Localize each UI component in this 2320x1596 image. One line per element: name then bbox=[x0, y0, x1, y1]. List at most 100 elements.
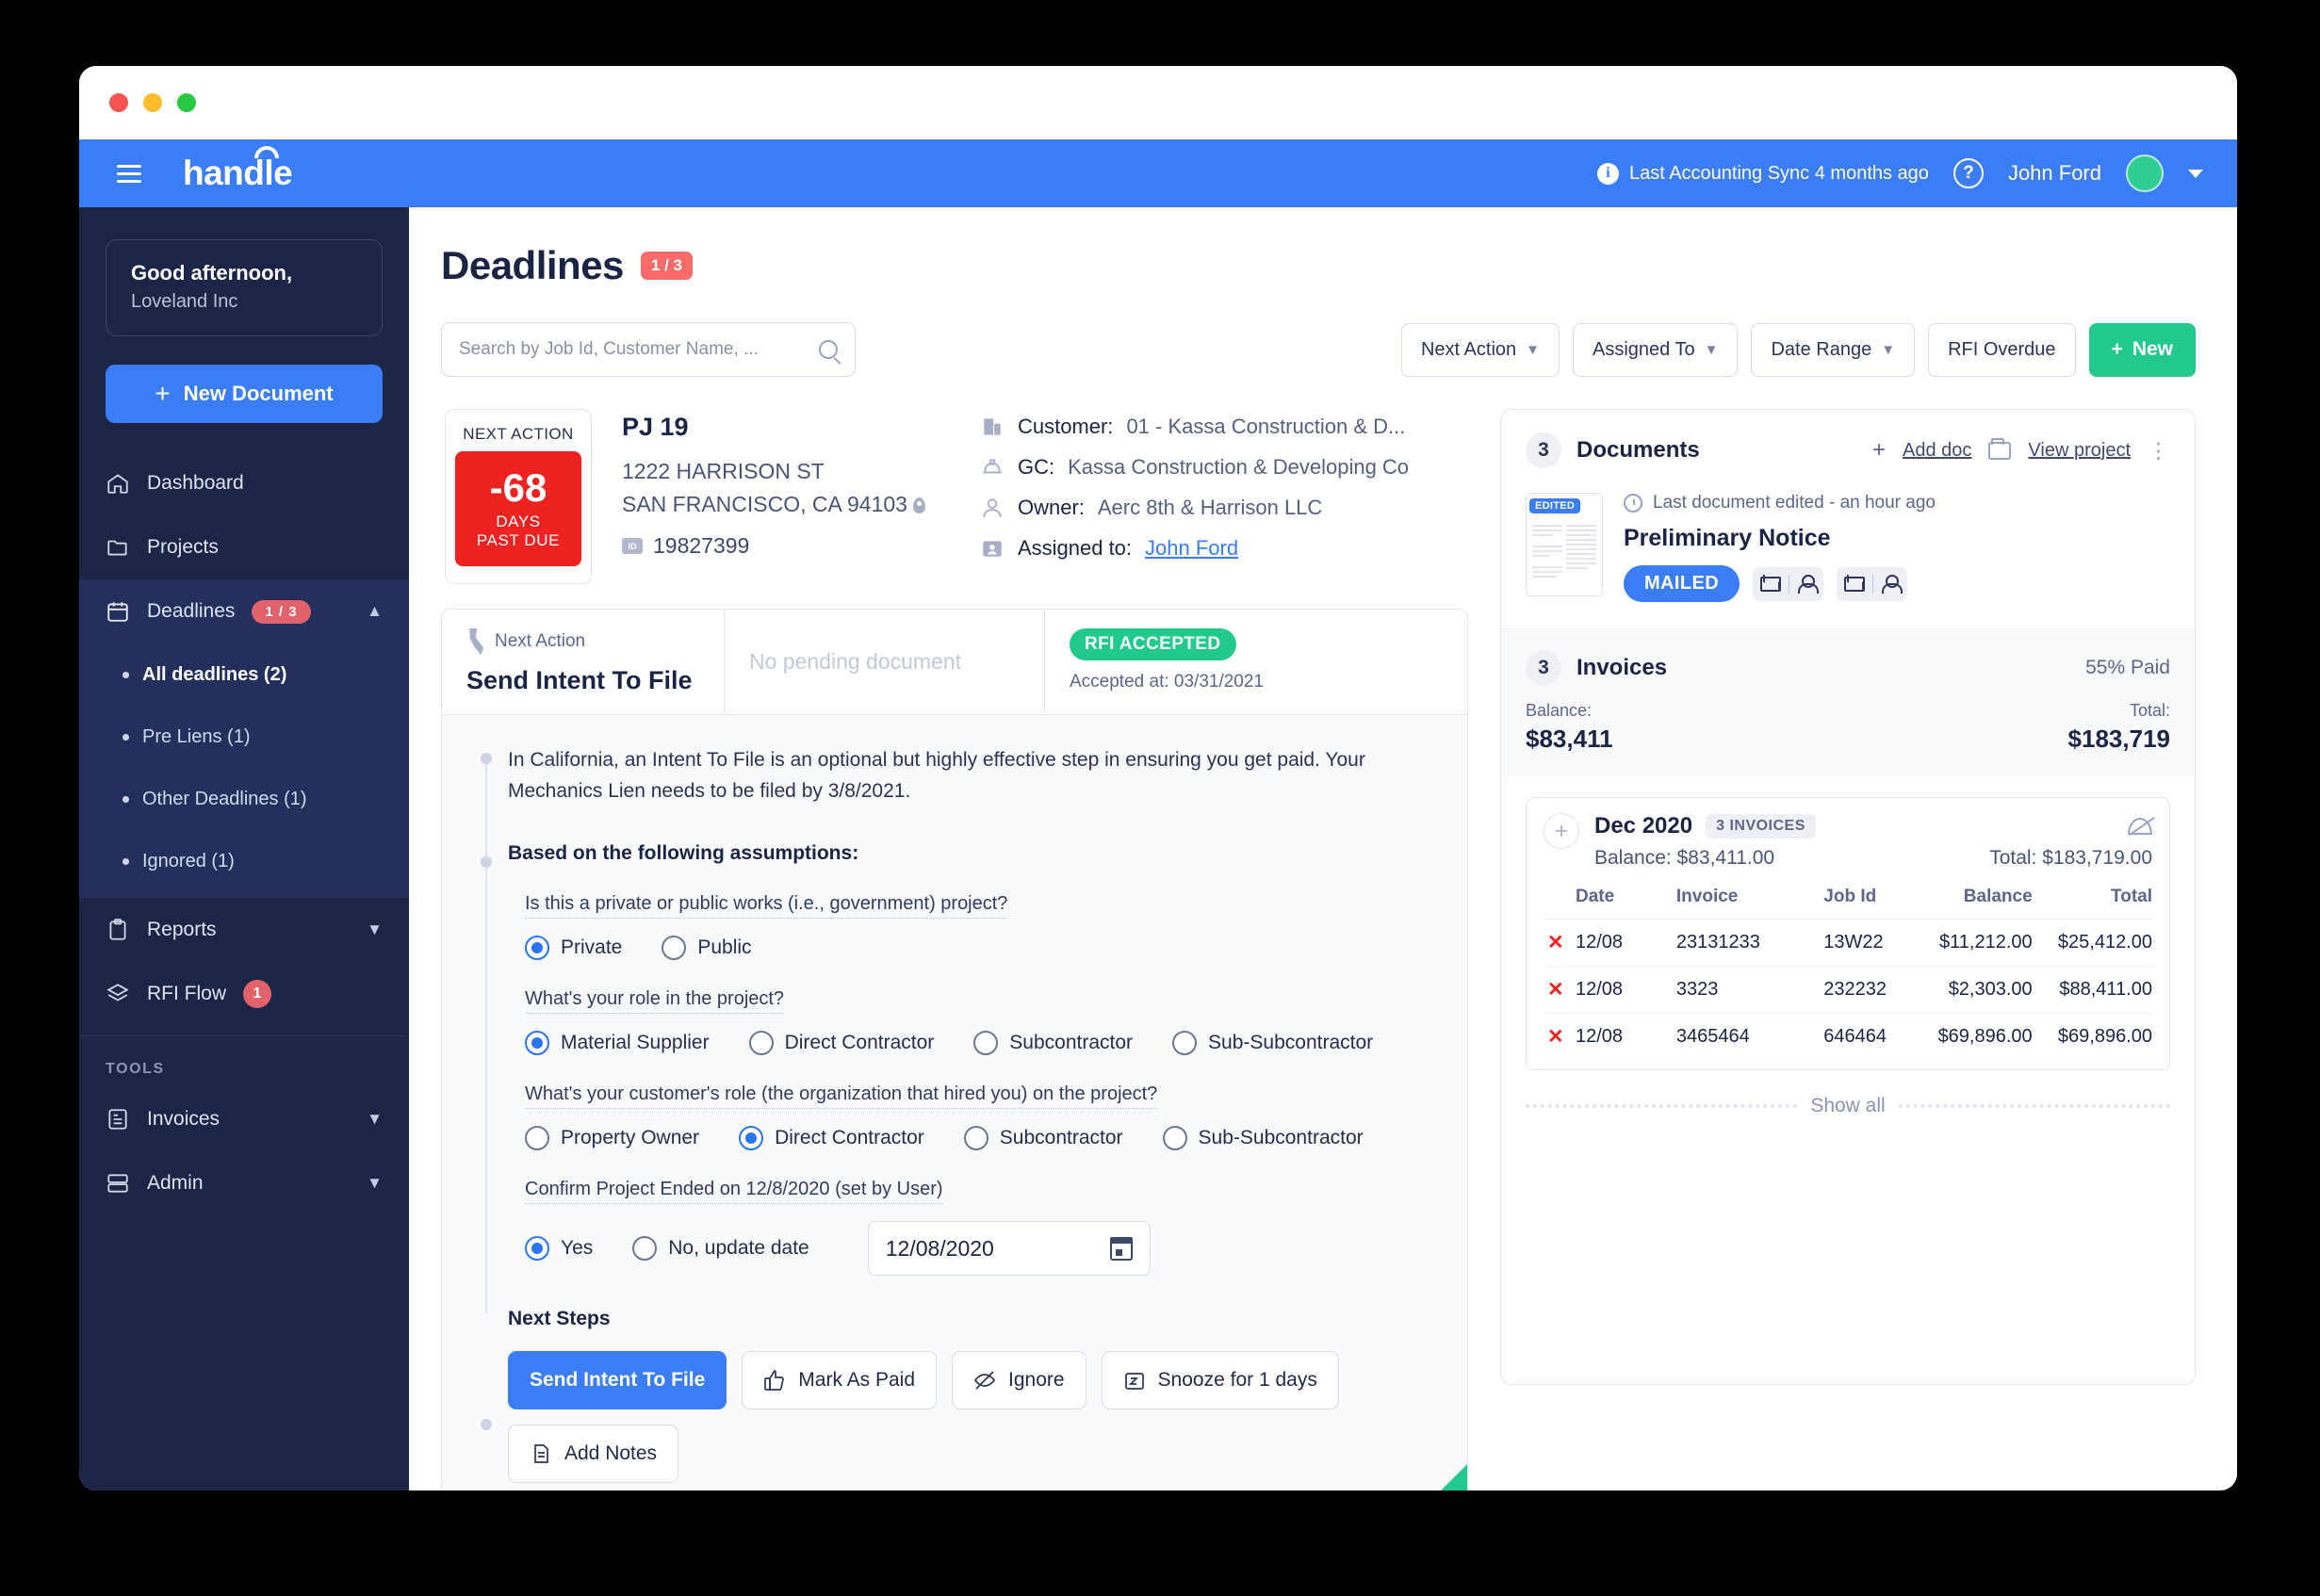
new-button[interactable]: + New bbox=[2088, 322, 2196, 377]
radio-public[interactable]: Public bbox=[662, 936, 752, 961]
window-maximize-button[interactable] bbox=[177, 93, 196, 112]
document-name[interactable]: Preliminary Notice bbox=[1624, 525, 2170, 552]
id-icon: ID bbox=[622, 538, 643, 554]
sidebar-item-label: Reports bbox=[147, 919, 217, 940]
total-value: $183,719 bbox=[2067, 725, 2170, 753]
right-panel: 3 Documents + Add doc View project ⋮ EDI… bbox=[1500, 409, 2196, 1490]
document-thumbnail[interactable]: EDITED bbox=[1526, 493, 1603, 596]
sidebar-item-deadlines[interactable]: Deadlines 1 / 3 ▲ bbox=[79, 579, 409, 643]
filter-label: Next Action bbox=[1420, 338, 1517, 360]
radio-yes[interactable]: Yes bbox=[525, 1236, 593, 1262]
bullet-icon bbox=[123, 795, 129, 803]
radio-icon bbox=[748, 1031, 774, 1056]
add-notes-button[interactable]: Add Notes bbox=[508, 1425, 679, 1484]
bullet-icon bbox=[123, 857, 129, 865]
radio-customer-sub-subcontractor[interactable]: Sub-Subcontractor bbox=[1162, 1126, 1364, 1151]
sidebar-item-dashboard[interactable]: Dashboard bbox=[79, 451, 409, 515]
sidebar-item-all-deadlines[interactable]: All deadlines (2) bbox=[79, 643, 409, 706]
sidebar-subitem-label: Pre Liens (1) bbox=[142, 725, 251, 747]
snooze-button[interactable]: Snooze for 1 days bbox=[1101, 1351, 1339, 1410]
window-close-button[interactable] bbox=[109, 93, 128, 112]
sidebar-item-projects[interactable]: Projects bbox=[79, 515, 409, 579]
past-due-days-word: DAYS bbox=[496, 512, 541, 530]
filter-date-range[interactable]: Date Range ▼ bbox=[1751, 322, 1916, 377]
radio-property-owner[interactable]: Property Owner bbox=[525, 1126, 699, 1151]
sidebar-item-other-deadlines[interactable]: Other Deadlines (1) bbox=[79, 768, 409, 830]
menu-toggle-icon[interactable] bbox=[117, 164, 143, 183]
radio-sub-subcontractor[interactable]: Sub-Subcontractor bbox=[1172, 1031, 1373, 1056]
pending-document-text: No pending document bbox=[749, 649, 962, 674]
chevron-down-icon[interactable]: ▼ bbox=[367, 1174, 383, 1193]
table-row[interactable]: ✕ 12/08 3323 232232 $2,303.00 $88,411.00 bbox=[1544, 966, 2152, 1014]
new-document-button[interactable]: + New Document bbox=[106, 365, 383, 423]
show-all-link[interactable]: Show all bbox=[1810, 1095, 1885, 1117]
chevron-down-icon[interactable] bbox=[2188, 169, 2203, 178]
sidebar-item-rfi-flow[interactable]: RFI Flow 1 bbox=[79, 962, 409, 1026]
invoice-group-total: Total: $183,719.00 bbox=[1989, 847, 2152, 869]
chevron-up-icon[interactable]: ▲ bbox=[367, 602, 383, 621]
person-icon bbox=[1797, 574, 1820, 594]
search-box[interactable] bbox=[441, 322, 856, 377]
radio-label: No, update date bbox=[668, 1237, 809, 1260]
sidebar-item-invoices[interactable]: Invoices ▼ bbox=[79, 1087, 409, 1151]
plus-icon: + bbox=[1872, 437, 1887, 463]
radio-icon bbox=[973, 1031, 999, 1056]
topbar-right-group: i Last Accounting Sync 4 months ago ? Jo… bbox=[1596, 155, 2203, 192]
document-tags: MAILED bbox=[1624, 565, 2170, 602]
app-logo[interactable]: handle bbox=[183, 146, 293, 193]
radio-private[interactable]: Private bbox=[525, 936, 622, 961]
recipient-group-1[interactable] bbox=[1753, 566, 1824, 601]
help-icon[interactable]: ? bbox=[1952, 158, 1984, 188]
radio-material-supplier[interactable]: Material Supplier bbox=[525, 1031, 710, 1056]
filter-label: Date Range bbox=[1771, 338, 1872, 360]
mark-as-paid-button[interactable]: Mark As Paid bbox=[742, 1351, 937, 1410]
sidebar-item-ignored[interactable]: Ignored (1) bbox=[79, 830, 409, 892]
radio-icon bbox=[525, 936, 549, 961]
sidebar-item-pre-liens[interactable]: Pre Liens (1) bbox=[79, 706, 409, 768]
more-options-icon[interactable]: ⋮ bbox=[2148, 438, 2170, 464]
avatar[interactable] bbox=[2126, 155, 2164, 192]
sidebar-item-admin[interactable]: Admin ▼ bbox=[79, 1151, 409, 1215]
expand-group-button[interactable]: + bbox=[1544, 813, 1579, 849]
envelope-icon bbox=[1760, 576, 1782, 592]
eye-off-icon[interactable] bbox=[2128, 818, 2152, 835]
radio-customer-direct-contractor[interactable]: Direct Contractor bbox=[739, 1126, 924, 1151]
send-intent-to-file-button[interactable]: Send Intent To File bbox=[508, 1351, 727, 1410]
view-project-link[interactable]: View project bbox=[2028, 440, 2131, 462]
deadlines-badge: 1 / 3 bbox=[252, 599, 311, 624]
snooze-icon bbox=[1124, 1373, 1144, 1390]
invoices-title: Invoices bbox=[1577, 655, 1668, 680]
filter-assigned-to[interactable]: Assigned To ▼ bbox=[1573, 322, 1739, 377]
cell-invoice: 23131233 bbox=[1643, 919, 1792, 967]
table-row[interactable]: ✕ 12/08 3465464 646464 $69,896.00 $69,896… bbox=[1544, 1014, 2152, 1061]
search-icon[interactable] bbox=[819, 340, 838, 359]
table-row[interactable]: ✕ 12/08 23131233 13W22 $11,212.00 $25,412… bbox=[1544, 919, 2152, 967]
radio-direct-contractor[interactable]: Direct Contractor bbox=[748, 1031, 934, 1056]
project-name[interactable]: PJ 19 bbox=[622, 413, 925, 442]
content-columns: NEXT ACTION -68 DAYS PAST DUE PJ 19 1222… bbox=[441, 409, 2196, 1490]
filter-rfi-overdue[interactable]: RFI Overdue bbox=[1928, 322, 2076, 377]
past-due-badge: -68 DAYS PAST DUE bbox=[455, 451, 581, 566]
filter-next-action[interactable]: Next Action ▼ bbox=[1400, 322, 1560, 377]
map-pin-icon[interactable] bbox=[912, 497, 925, 513]
balance-label: Balance: bbox=[1526, 701, 1593, 720]
cell-invoice: 3465464 bbox=[1675, 1026, 1750, 1047]
add-doc-link[interactable]: Add doc bbox=[1903, 440, 1971, 462]
rfi-flow-badge: 1 bbox=[243, 980, 271, 1008]
radio-customer-subcontractor[interactable]: Subcontractor bbox=[963, 1126, 1123, 1151]
assigned-user-link[interactable]: John Ford bbox=[1145, 536, 1238, 561]
chevron-down-icon[interactable]: ▼ bbox=[367, 1110, 383, 1129]
radio-subcontractor[interactable]: Subcontractor bbox=[973, 1031, 1133, 1056]
chevron-down-icon[interactable]: ▼ bbox=[367, 920, 383, 939]
sidebar-item-reports[interactable]: Reports ▼ bbox=[79, 898, 409, 962]
window-minimize-button[interactable] bbox=[143, 93, 162, 112]
project-end-date-input[interactable]: 12/08/2020 bbox=[867, 1221, 1151, 1277]
calendar-icon[interactable] bbox=[1109, 1236, 1133, 1261]
ignore-button[interactable]: Ignore bbox=[952, 1351, 1086, 1410]
recipient-group-2[interactable] bbox=[1837, 566, 1908, 601]
app-body: Good afternoon, Loveland Inc + New Docum… bbox=[79, 207, 2237, 1490]
radio-no-update-date[interactable]: No, update date bbox=[632, 1236, 809, 1262]
search-input[interactable] bbox=[459, 339, 809, 360]
past-due-days: -68 bbox=[489, 464, 547, 510]
button-label: Ignore bbox=[1008, 1369, 1065, 1392]
